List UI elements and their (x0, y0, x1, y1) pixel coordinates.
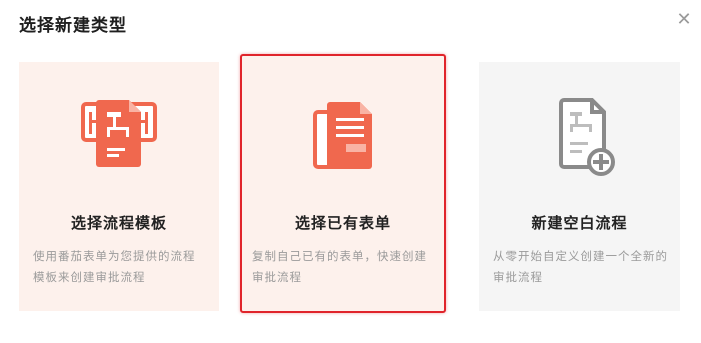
dialog-title: 选择新建类型 (19, 16, 127, 36)
card-description: 从零开始自定义创建一个全新的审批流程 (493, 249, 668, 284)
card-new-blank-flow[interactable]: 新建空白流程 从零开始自定义创建一个全新的审批流程 (479, 62, 680, 311)
card-flow-template[interactable]: 选择流程模板 使用番茄表单为您提供的流程模板来创建审批流程 (19, 62, 219, 311)
card-description: 复制自己已有的表单，快速创建审批流程 (252, 249, 427, 284)
card-description: 使用番茄表单为您提供的流程模板来创建审批流程 (33, 249, 196, 284)
flow-templates-icon (19, 98, 219, 178)
card-title: 选择已有表单 (294, 214, 391, 232)
card-existing-form[interactable]: 选择已有表单 复制自己已有的表单，快速创建审批流程 (240, 54, 446, 313)
card-title: 新建空白流程 (531, 214, 628, 232)
copy-form-icon (242, 100, 444, 180)
card-title: 选择流程模板 (70, 214, 167, 232)
new-blank-flow-icon (479, 98, 680, 178)
create-type-dialog: 选择新建类型 ✕ 选择流程模板 使用番茄表单为您提供的流程模板来创建审批流程 选… (0, 0, 701, 343)
close-icon[interactable]: ✕ (673, 9, 695, 31)
